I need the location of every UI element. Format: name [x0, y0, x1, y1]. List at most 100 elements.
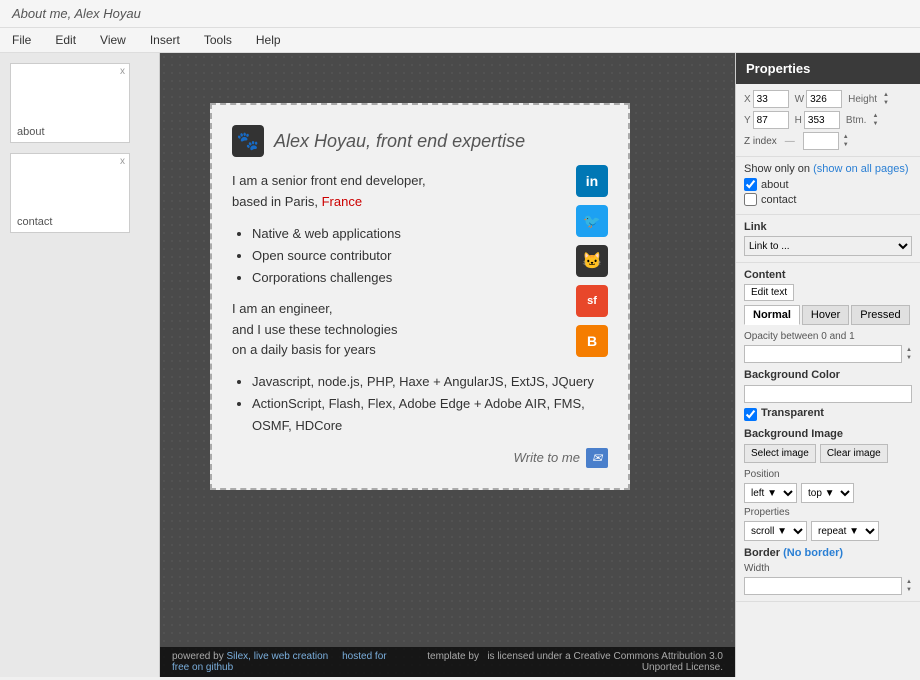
y-input[interactable]	[753, 111, 789, 129]
x-input[interactable]	[753, 90, 789, 108]
sourceforge-icon[interactable]: sf	[576, 285, 608, 317]
page-thumb-contact[interactable]: x contact	[10, 153, 130, 233]
color-box[interactable]	[744, 385, 912, 403]
show-all-pages-link[interactable]: (show on all pages)	[813, 163, 908, 175]
tab-hover[interactable]: Hover	[802, 305, 849, 325]
list-item: Native & web applications	[252, 223, 608, 245]
intro-text: I am a senior front end developer, based…	[232, 171, 608, 213]
tabs-row: Normal Hover Pressed	[744, 305, 912, 325]
title-bar: About me, Alex Hoyau	[0, 0, 920, 28]
properties-header: Properties	[736, 53, 920, 84]
page-thumb-about[interactable]: x about	[10, 63, 130, 143]
list-item: Open source contributor	[252, 245, 608, 267]
bg-props-label: Properties	[744, 507, 912, 518]
close-about-icon[interactable]: x	[120, 66, 125, 77]
menu-help[interactable]: Help	[252, 31, 285, 49]
width-row: ▲▼	[744, 577, 912, 595]
menu-bar: File Edit View Insert Tools Help	[0, 28, 920, 53]
link-select[interactable]: Link to ...	[744, 236, 912, 256]
opacity-spinner[interactable]: ▲▼	[906, 346, 912, 362]
write-me-text: Write to me	[513, 450, 579, 465]
left-sidebar: x about x contact	[0, 53, 160, 677]
border-section: Border (No border) Width ▲▼	[744, 547, 912, 595]
contact-checkbox-row: contact	[744, 193, 912, 206]
menu-tools[interactable]: Tools	[200, 31, 236, 49]
para2: I am an engineer, and I use these techno…	[232, 299, 608, 361]
x-coord: X	[744, 90, 789, 108]
position-left-select[interactable]: left ▼	[744, 483, 797, 503]
border-width-input[interactable]	[744, 577, 902, 595]
position-label: Position	[744, 469, 912, 480]
h-coord: H	[795, 111, 840, 129]
zindex-row: Z index — ▲▼	[744, 132, 912, 150]
footer-bar: powered by Silex, live web creation host…	[160, 647, 735, 677]
about-checkbox[interactable]	[744, 178, 757, 191]
w-input[interactable]	[806, 90, 842, 108]
border-width-spinner[interactable]: ▲▼	[906, 578, 912, 594]
social-icons: in 🐦 🐱 sf B	[576, 165, 608, 357]
tab-pressed[interactable]: Pressed	[851, 305, 909, 325]
border-label: Border (No border)	[744, 547, 912, 559]
transparent-label: Transparent	[761, 407, 824, 419]
menu-file[interactable]: File	[8, 31, 35, 49]
position-selects: left ▼ top ▼	[744, 483, 912, 503]
bg-color-label: Background Color	[744, 369, 912, 381]
mail-icon[interactable]: ✉	[586, 448, 608, 468]
footer-left: powered by Silex, live web creation host…	[172, 651, 405, 673]
zindex-input[interactable]	[803, 132, 839, 150]
no-border-link[interactable]: (No border)	[783, 547, 843, 559]
bg-repeat-select[interactable]: repeat ▼	[811, 521, 879, 541]
twitter-icon[interactable]: 🐦	[576, 205, 608, 237]
menu-view[interactable]: View	[96, 31, 130, 49]
close-contact-icon[interactable]: x	[120, 156, 125, 167]
menu-insert[interactable]: Insert	[146, 31, 184, 49]
page-contact-label: contact	[17, 216, 52, 228]
coords-section: X W Height ▲▼ Y H Btm.	[736, 84, 920, 157]
height-spinner[interactable]: ▲▼	[883, 91, 889, 107]
menu-edit[interactable]: Edit	[51, 31, 80, 49]
list-item: ActionScript, Flash, Flex, Adobe Edge + …	[252, 393, 608, 437]
list-two: Javascript, node.js, PHP, Haxe + Angular…	[252, 371, 608, 437]
right-panel: Properties X W Height ▲▼ Y	[735, 53, 920, 677]
link-label: Link	[744, 221, 912, 233]
h-input[interactable]	[804, 111, 840, 129]
canvas-area: 🐾 Alex Hoyau, front end expertise I am a…	[160, 53, 735, 677]
footer-right: template by is licensed under a Creative…	[405, 651, 723, 673]
bg-scroll-select[interactable]: scroll ▼	[744, 521, 807, 541]
width-label: Width	[744, 563, 912, 574]
tab-normal[interactable]: Normal	[744, 305, 800, 325]
content-label: Content	[744, 269, 912, 281]
coords-row-2: Y H Btm. ▲▼	[744, 111, 912, 129]
silex-link[interactable]: Silex, live web creation	[226, 651, 328, 662]
w-coord: W	[795, 90, 842, 108]
bg-props-selects: scroll ▼ repeat ▼	[744, 521, 912, 541]
about-checkbox-label: about	[761, 179, 789, 191]
show-only-section: Show only on (show on all pages) about c…	[736, 157, 920, 215]
clear-image-button[interactable]: Clear image	[820, 444, 888, 463]
github-icon[interactable]: 🐱	[576, 245, 608, 277]
bg-image-label: Background Image	[744, 428, 912, 440]
coords-row-1: X W Height ▲▼	[744, 90, 912, 108]
linkedin-icon[interactable]: in	[576, 165, 608, 197]
edit-text-button[interactable]: Edit text	[744, 284, 794, 301]
content-card[interactable]: 🐾 Alex Hoyau, front end expertise I am a…	[210, 103, 630, 490]
paw-icon: 🐾	[232, 125, 264, 157]
position-top-select[interactable]: top ▼	[801, 483, 854, 503]
blogger-icon[interactable]: B	[576, 325, 608, 357]
content-section: Content Edit text Normal Hover Pressed O…	[736, 263, 920, 602]
page-about-label: about	[17, 126, 45, 138]
transparent-checkbox[interactable]	[744, 408, 757, 421]
opacity-label: Opacity between 0 and 1	[744, 331, 912, 342]
zindex-spinner[interactable]: ▲▼	[843, 133, 849, 149]
select-image-button[interactable]: Select image	[744, 444, 816, 463]
contact-checkbox[interactable]	[744, 193, 757, 206]
list-item: Javascript, node.js, PHP, Haxe + Angular…	[252, 371, 608, 393]
btm-spinner[interactable]: ▲▼	[872, 112, 878, 128]
about-checkbox-row: about	[744, 178, 912, 191]
list-one: Native & web applications Open source co…	[252, 223, 608, 289]
app-title: About me, Alex Hoyau	[12, 6, 141, 21]
main-layout: x about x contact 🐾 Alex Hoyau, front en…	[0, 53, 920, 677]
transparent-row: Transparent	[744, 407, 912, 422]
opacity-input[interactable]	[744, 345, 902, 363]
y-coord: Y	[744, 111, 789, 129]
